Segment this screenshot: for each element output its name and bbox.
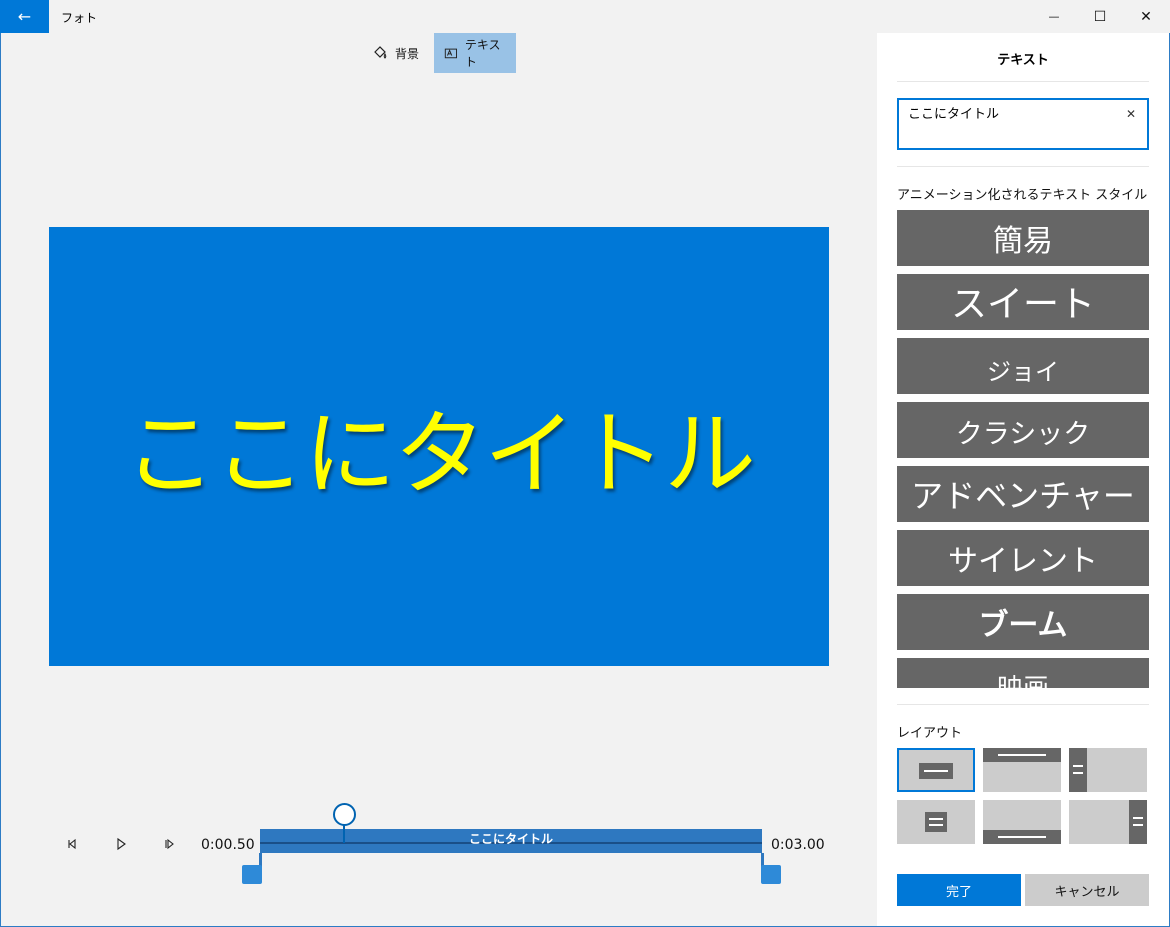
minimize-button[interactable]: — <box>1031 0 1077 33</box>
previous-frame-button[interactable] <box>60 833 84 855</box>
timeline-clip-label: ここにタイトル <box>468 832 553 846</box>
time-start: 0:00.50 <box>201 837 255 853</box>
style-label: スイート <box>950 284 1095 325</box>
timeline-clip[interactable]: ここにタイトル <box>260 829 762 853</box>
layout-mark <box>1129 800 1147 844</box>
style-item-classic[interactable]: クラシック <box>897 402 1149 458</box>
style-item-sweet[interactable]: スイート <box>897 274 1149 330</box>
layout-mark-line <box>929 818 943 820</box>
title-text-input[interactable] <box>908 105 1118 120</box>
layout-center-wide[interactable] <box>897 748 975 792</box>
style-item-silent[interactable]: サイレント <box>897 530 1149 586</box>
style-label: サイレント <box>948 544 1098 579</box>
layout-mark-line <box>998 836 1046 838</box>
title-text-field[interactable]: ✕ <box>897 98 1149 150</box>
style-item-adventure[interactable]: アドベンチャー <box>897 466 1149 522</box>
layout-mark-line <box>1133 824 1143 826</box>
video-preview: ここにタイトル <box>49 227 829 666</box>
divider <box>897 81 1149 82</box>
style-label: クラシック <box>955 418 1091 450</box>
clear-text-button[interactable]: ✕ <box>1123 106 1139 122</box>
playhead-line <box>343 825 345 843</box>
style-item-joy[interactable]: ジョイ <box>897 338 1149 394</box>
text-label: テキスト <box>464 38 501 69</box>
layout-mark-line <box>1073 772 1083 774</box>
back-button[interactable]: ← <box>0 0 49 33</box>
style-label: ブーム <box>978 608 1068 643</box>
text-styles-label: アニメーション化されるテキスト スタイル <box>897 188 1148 203</box>
layout-mark-line <box>924 770 948 772</box>
layout-mark-line <box>929 824 943 826</box>
trim-end-grip <box>761 865 781 884</box>
layout-mark <box>925 812 947 832</box>
paint-bucket-icon <box>374 46 387 59</box>
next-frame-icon <box>165 838 174 850</box>
text-box-icon <box>444 48 458 59</box>
layout-mark-line <box>998 754 1046 756</box>
trim-start-handle[interactable] <box>242 853 262 884</box>
trim-end-handle[interactable] <box>761 853 781 884</box>
layout-left-bar[interactable] <box>1069 748 1147 792</box>
close-window-button[interactable]: ✕ <box>1123 0 1169 33</box>
clear-icon: ✕ <box>1125 107 1137 121</box>
playhead-handle[interactable] <box>333 803 356 826</box>
layout-mark <box>1069 748 1087 792</box>
close-icon: ✕ <box>1140 8 1152 25</box>
play-button[interactable] <box>109 833 133 855</box>
trim-start-grip <box>242 865 262 884</box>
style-label: 簡易 <box>993 224 1053 259</box>
maximize-button[interactable]: ☐ <box>1077 0 1123 33</box>
previous-frame-icon <box>68 838 76 850</box>
layout-bottom-banner[interactable] <box>983 800 1061 844</box>
layout-center-small[interactable] <box>897 800 975 844</box>
style-label: アドベンチャー <box>911 477 1135 515</box>
layout-mark-line <box>1073 765 1083 767</box>
style-label: ジョイ <box>987 357 1059 386</box>
text-panel: テキスト ✕ アニメーション化されるテキスト スタイル 簡易 スイート ジョイ … <box>877 33 1169 926</box>
style-label: 映画 <box>997 668 1049 688</box>
style-item-simple[interactable]: 簡易 <box>897 210 1149 266</box>
divider <box>897 166 1149 167</box>
cancel-button[interactable]: キャンセル <box>1025 874 1149 906</box>
background-button[interactable]: 背景 <box>362 33 434 73</box>
text-style-list: 簡易 スイート ジョイ クラシック アドベンチャー サイレント ブーム 映画 <box>897 210 1149 688</box>
layout-label: レイアウト <box>897 726 963 741</box>
time-end: 0:03.00 <box>771 837 825 853</box>
panel-title: テキスト <box>997 53 1049 68</box>
title-bar: ← フォト — ☐ ✕ <box>0 0 1170 33</box>
back-arrow-icon: ← <box>17 7 32 26</box>
maximize-icon: ☐ <box>1093 8 1107 25</box>
style-item-boom[interactable]: ブーム <box>897 594 1149 650</box>
layout-right-bar[interactable] <box>1069 800 1147 844</box>
next-frame-button[interactable] <box>157 833 181 855</box>
layout-top-banner[interactable] <box>983 748 1061 792</box>
play-icon <box>117 837 126 851</box>
style-item-movie[interactable]: 映画 <box>897 658 1149 688</box>
app-title: フォト <box>61 11 98 25</box>
background-label: 背景 <box>395 46 420 61</box>
divider <box>897 704 1149 705</box>
text-button[interactable]: テキスト <box>434 33 516 73</box>
preview-title-text: ここにタイトル <box>123 401 756 508</box>
minimize-icon: — <box>1048 10 1060 23</box>
layout-mark-line <box>1133 817 1143 819</box>
done-button[interactable]: 完了 <box>897 874 1021 906</box>
